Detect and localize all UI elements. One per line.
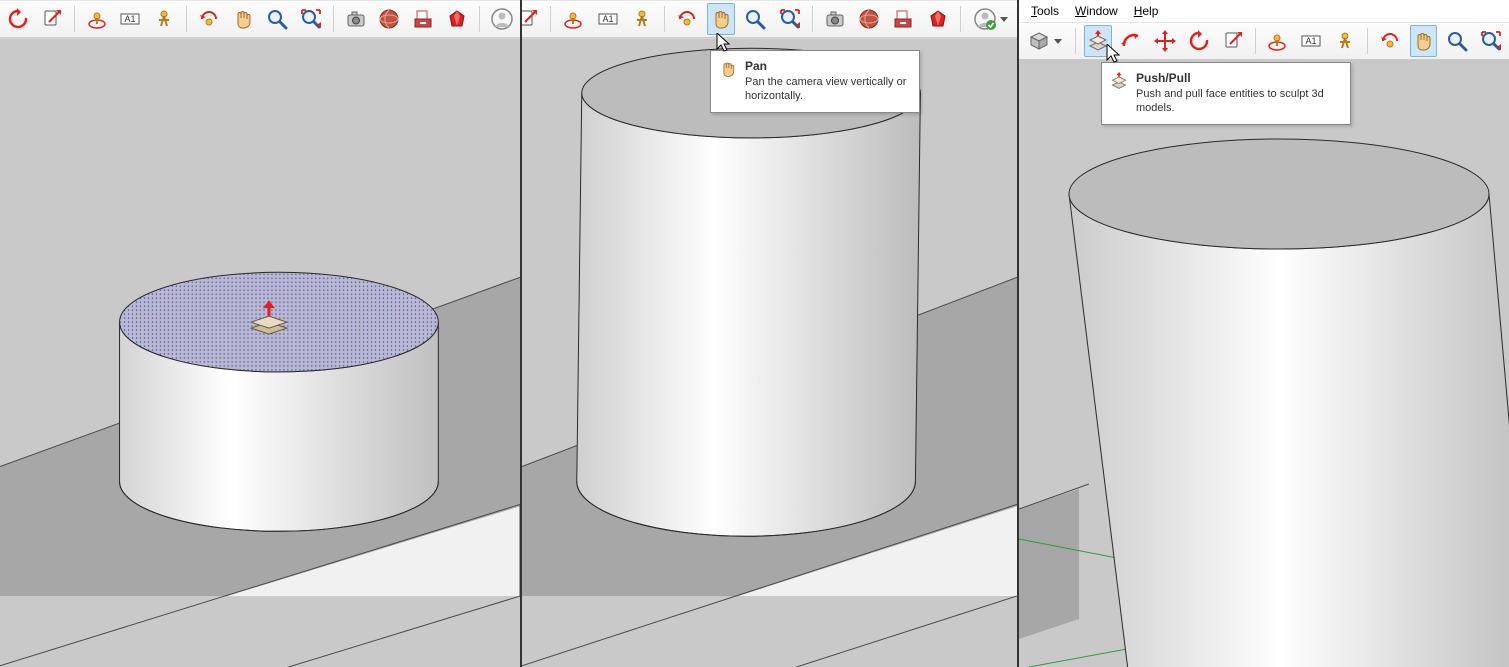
3dwarehouse-icon[interactable] xyxy=(889,3,917,35)
tooltip-pan: Pan Pan the camera view vertically or ho… xyxy=(710,50,920,113)
pushpull-icon xyxy=(1110,72,1128,90)
look-around-icon[interactable] xyxy=(195,3,223,35)
menu-tools[interactable]: Tools xyxy=(1023,2,1067,20)
toolbar xyxy=(522,0,1017,38)
tooltip-desc: Push and pull face entities to sculpt 3d… xyxy=(1136,88,1340,116)
toolbar xyxy=(1019,22,1509,60)
3dwarehouse-icon[interactable] xyxy=(409,3,437,35)
export-icon[interactable] xyxy=(1219,25,1247,57)
tooltip-pushpull: Push/Pull Push and pull face entities to… xyxy=(1101,62,1351,125)
photo-match-icon[interactable] xyxy=(342,3,370,35)
dimension-icon[interactable] xyxy=(593,3,621,35)
toolbar xyxy=(0,0,520,38)
orbit-icon[interactable] xyxy=(559,3,587,35)
panel-left xyxy=(0,0,522,667)
zoom-icon[interactable] xyxy=(1443,25,1471,57)
geo-location-icon[interactable] xyxy=(375,3,403,35)
tooltip-title: Push/Pull xyxy=(1136,71,1340,85)
tooltip-desc: Pan the camera view vertically or horizo… xyxy=(745,76,909,104)
zoom-icon[interactable] xyxy=(741,3,769,35)
move-icon[interactable] xyxy=(1151,25,1179,57)
viewport-middle[interactable] xyxy=(522,37,1017,667)
panel-middle: Pan Pan the camera view vertically or ho… xyxy=(522,0,1019,667)
pan-icon[interactable] xyxy=(229,3,257,35)
zoom-extents-icon[interactable] xyxy=(297,3,325,35)
dimension-icon[interactable] xyxy=(117,3,145,35)
menu-help[interactable]: Help xyxy=(1126,2,1167,20)
menu-window[interactable]: Window xyxy=(1067,2,1126,20)
look-around-icon[interactable] xyxy=(673,3,701,35)
extension-icon[interactable] xyxy=(443,3,471,35)
zoom-extents-icon[interactable] xyxy=(1477,25,1505,57)
walk-icon[interactable] xyxy=(628,3,656,35)
extension-icon[interactable] xyxy=(923,3,951,35)
photo-match-icon[interactable] xyxy=(821,3,849,35)
user-avatar-icon[interactable] xyxy=(488,3,516,35)
iso-view-dropdown[interactable] xyxy=(1023,25,1067,57)
viewport-left[interactable] xyxy=(0,37,520,667)
pan-icon[interactable] xyxy=(707,3,735,35)
orbit-icon[interactable] xyxy=(83,3,111,35)
panel-right: Tools Window Help xyxy=(1019,0,1509,667)
geo-location-icon[interactable] xyxy=(855,3,883,35)
look-around-icon[interactable] xyxy=(1376,25,1404,57)
export-icon[interactable] xyxy=(38,3,66,35)
zoom-extents-icon[interactable] xyxy=(776,3,804,35)
zoom-icon[interactable] xyxy=(263,3,291,35)
pan-icon xyxy=(719,60,737,78)
refresh-icon[interactable] xyxy=(4,3,32,35)
menubar: Tools Window Help xyxy=(1019,0,1509,22)
walk-icon[interactable] xyxy=(150,3,178,35)
dimension-icon[interactable] xyxy=(1297,25,1325,57)
orbit-icon[interactable] xyxy=(1264,25,1292,57)
rotate-icon[interactable] xyxy=(1185,25,1213,57)
pan-icon[interactable] xyxy=(1410,25,1438,57)
user-avatar-dropdown[interactable] xyxy=(969,3,1014,35)
viewport-right[interactable] xyxy=(1019,59,1509,667)
tooltip-title: Pan xyxy=(745,59,909,73)
export-icon[interactable] xyxy=(522,3,542,35)
walk-icon[interactable] xyxy=(1331,25,1359,57)
